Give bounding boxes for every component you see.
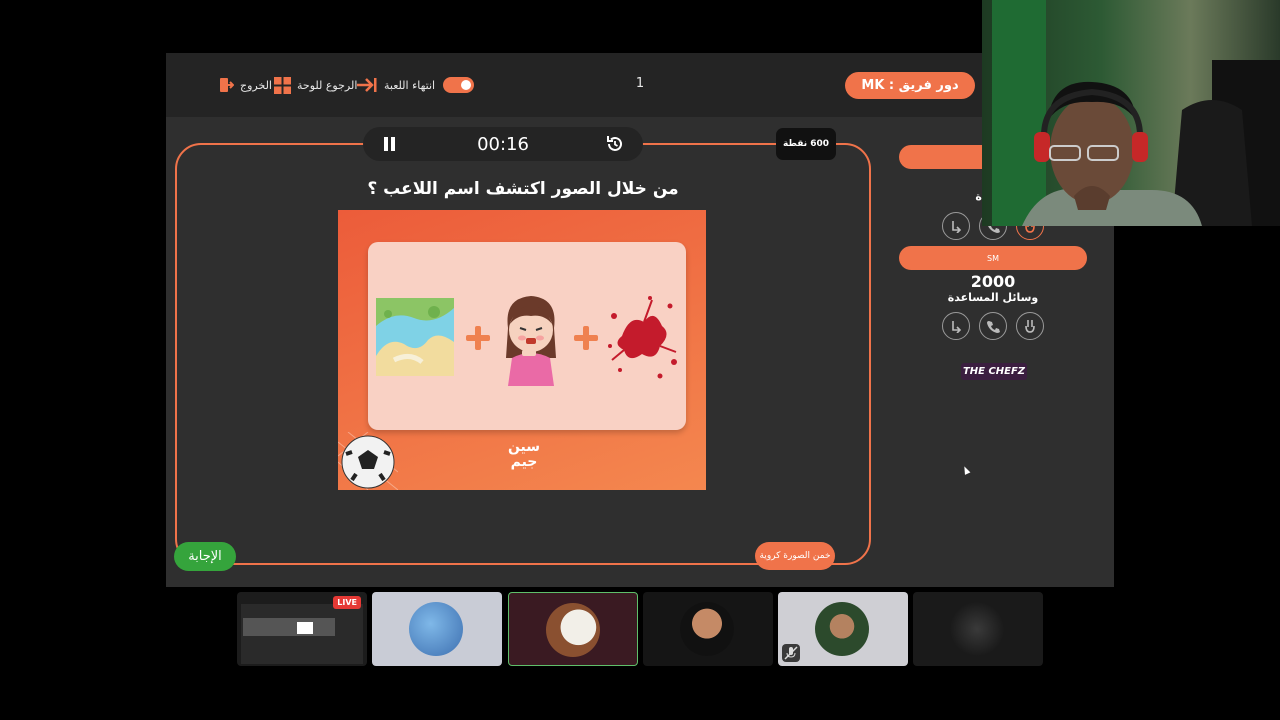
end-game-label: انتهاء اللعبة — [384, 78, 436, 92]
swap-icon[interactable] — [942, 212, 970, 240]
team-turn-indicator: دور فريق : MK — [845, 72, 975, 99]
team-2-help-label: وسائل المساعدة — [947, 291, 1039, 304]
puzzle-card — [368, 242, 686, 430]
avatar — [680, 602, 734, 656]
sponsor-logo: THE CHEFZ — [961, 363, 1027, 380]
phone-icon[interactable] — [979, 312, 1007, 340]
grid-icon — [274, 76, 291, 94]
swap-icon[interactable] — [942, 312, 970, 340]
brand-logo: سين جيم — [507, 439, 541, 470]
end-game-button[interactable]: انتهاء اللعبة — [356, 75, 435, 95]
participant-tile[interactable] — [643, 592, 773, 666]
avatar — [815, 602, 869, 656]
puzzle-image: سين جيم — [338, 210, 706, 490]
timer-display: 00:16 — [477, 134, 529, 155]
points-badge: 600 نقطة — [776, 128, 836, 160]
webcam-feed — [982, 0, 1280, 226]
blood-splatter-icon — [604, 286, 682, 386]
timer-bar: 00:16 — [363, 127, 643, 161]
participant-tile[interactable] — [372, 592, 502, 666]
exit-label: الخروج — [240, 78, 272, 92]
mic-muted-icon — [782, 644, 800, 662]
plus-icon — [466, 326, 490, 350]
peace-hand-icon[interactable] — [1016, 312, 1044, 340]
participant-tile-active[interactable] — [508, 592, 638, 666]
island-map-icon — [374, 296, 456, 378]
participant-tile-screen-share[interactable]: LIVE — [237, 592, 367, 666]
game-panel: الخروج الرجوع للوحة انتهاء اللعبة 1 دور … — [166, 53, 1114, 587]
game-toggle[interactable] — [443, 77, 474, 93]
exit-button[interactable]: الخروج — [218, 75, 272, 95]
avatar — [546, 603, 600, 657]
avatar — [409, 602, 463, 656]
plus-icon — [574, 326, 598, 350]
screen-share-preview — [241, 604, 363, 664]
team-2-score: 2000 — [970, 272, 1016, 291]
avatar — [950, 602, 1004, 656]
round-number: 1 — [635, 76, 645, 91]
reset-timer-icon[interactable] — [604, 133, 626, 155]
game-toolbar: الخروج الرجوع للوحة انتهاء اللعبة 1 دور … — [166, 53, 1114, 117]
hint-tag: خمن الصورة كروية — [755, 542, 835, 570]
show-answer-button[interactable]: الإجابة — [174, 542, 236, 571]
pause-icon[interactable] — [382, 137, 396, 151]
back-to-board-label: الرجوع للوحة — [297, 78, 358, 92]
arrow-right-icon — [356, 77, 378, 93]
exit-icon — [218, 77, 234, 93]
back-to-board-button[interactable]: الرجوع للوحة — [274, 75, 357, 95]
participant-tile[interactable] — [778, 592, 908, 666]
live-badge: LIVE — [333, 596, 361, 609]
woman-illustration-icon — [498, 288, 564, 386]
question-text: من خلال الصور اكتشف اسم اللاعب ؟ — [367, 179, 679, 199]
soccer-ball-icon — [338, 431, 399, 490]
participant-tile[interactable] — [913, 592, 1043, 666]
team-2-name: SM — [899, 246, 1087, 270]
